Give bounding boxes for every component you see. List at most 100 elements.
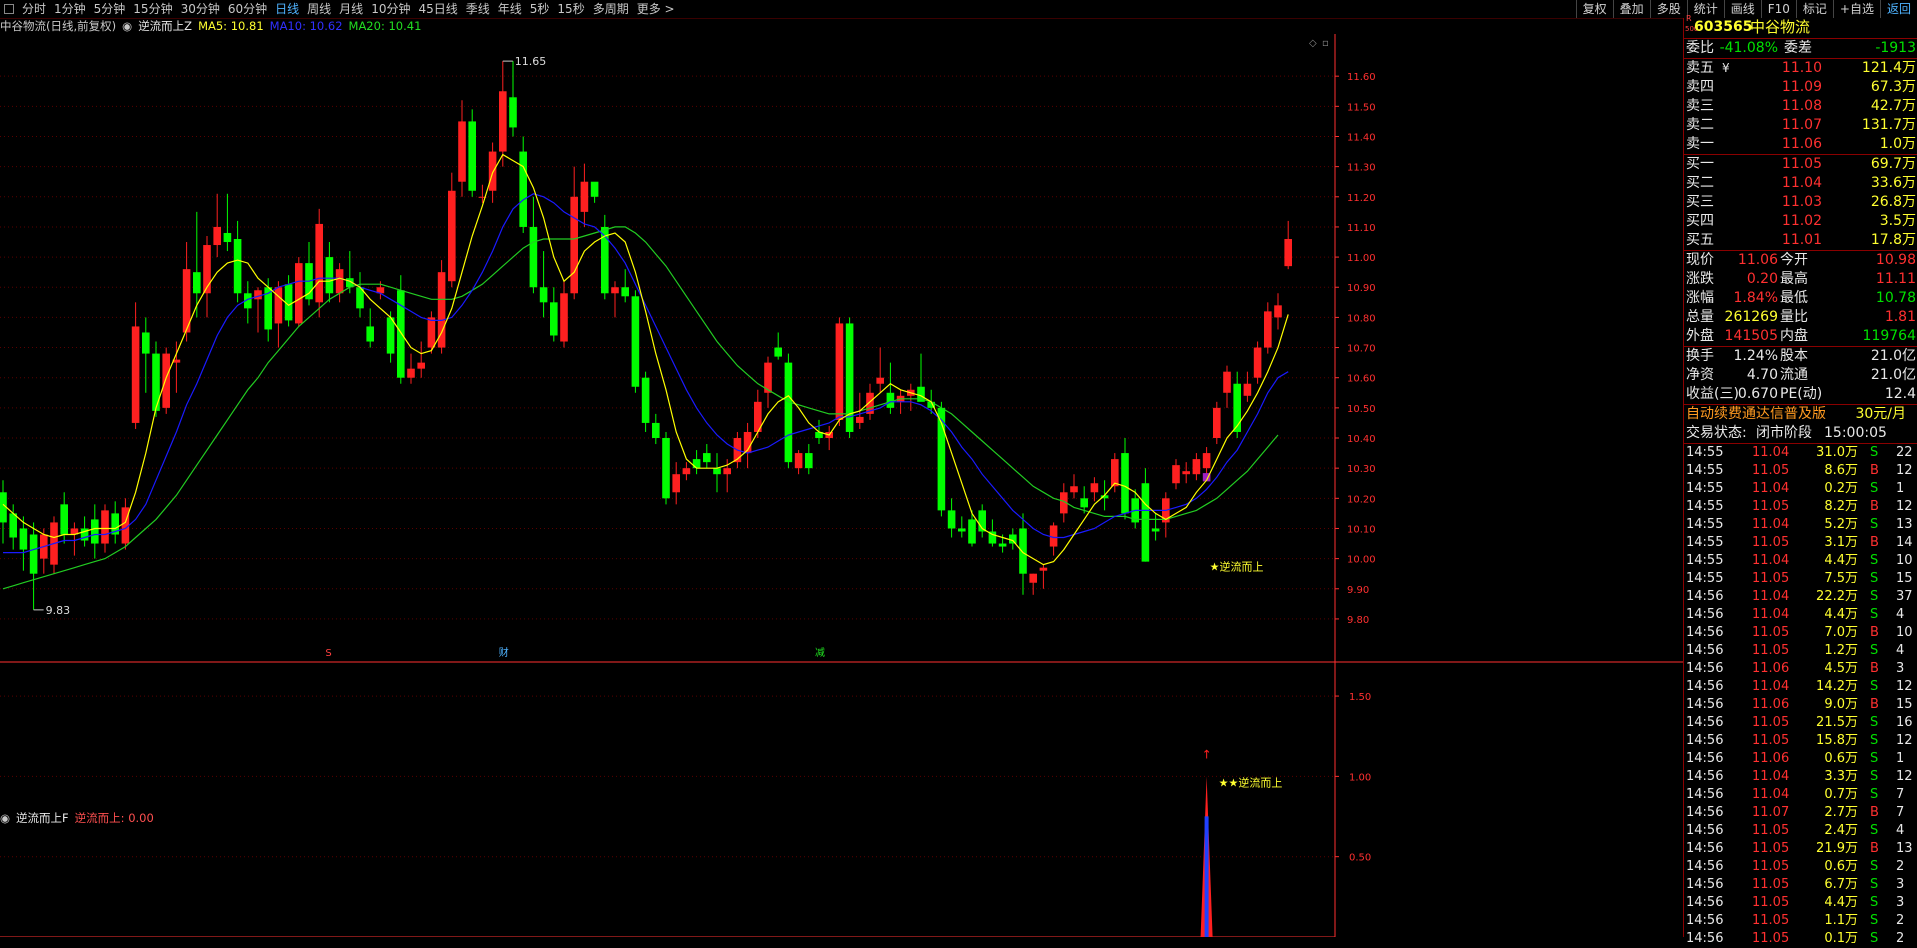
tick-row[interactable]: 14:56 11.04 3.3万 S 12	[1684, 768, 1917, 786]
asks-price: 11.09	[1781, 79, 1822, 95]
period-tab[interactable]: 60分钟	[224, 0, 271, 18]
tool-button[interactable]: 标记	[1795, 0, 1833, 18]
tick-row[interactable]: 14:55 11.04 31.0万 S 22	[1684, 444, 1917, 462]
ad-text[interactable]: 自动续费通达信普及版	[1686, 405, 1826, 424]
period-tab[interactable]: 1分钟	[50, 0, 90, 18]
bids-row[interactable]: 买五 11.01 17.8万	[1684, 231, 1917, 250]
tick-row[interactable]: 14:55 11.05 8.6万 B 12	[1684, 462, 1917, 480]
tick-side: S	[1870, 823, 1879, 838]
tick-time: 14:56	[1686, 679, 1724, 694]
formula-toggle-icon[interactable]: ◉	[122, 19, 132, 33]
asks-row[interactable]: 卖二 11.07 131.7万	[1684, 116, 1917, 135]
tick-row[interactable]: 14:56 11.05 21.9万 B 13	[1684, 840, 1917, 858]
tick-price: 11.05	[1752, 895, 1790, 910]
tool-button[interactable]: 叠加	[1612, 0, 1650, 18]
tick-row[interactable]: 14:56 11.05 6.7万 S 3	[1684, 876, 1917, 894]
tick-volume: 4.4万	[1824, 607, 1858, 622]
formula-name[interactable]: 逆流而上Z	[138, 18, 192, 34]
collapse-icon[interactable]: ▫	[1322, 38, 1329, 49]
tick-row[interactable]: 14:56 11.05 21.5万 S 16	[1684, 714, 1917, 732]
period-tab[interactable]: 15秒	[553, 0, 588, 18]
tick-row[interactable]: 14:56 11.07 2.7万 B 7	[1684, 804, 1917, 822]
period-tab[interactable]: 30分钟	[177, 0, 224, 18]
tick-row[interactable]: 14:55 11.04 0.2万 S 1	[1684, 480, 1917, 498]
tool-button[interactable]: 画线	[1723, 0, 1761, 18]
period-tab[interactable]: 15分钟	[129, 0, 176, 18]
tick-row[interactable]: 14:55 11.05 7.5万 S 15	[1684, 570, 1917, 588]
period-tab[interactable]: 45日线	[414, 0, 461, 18]
kline-chart[interactable]: 11.60 11.50 11.40 11.30 11.20 11.10 11.00 10.90…	[0, 34, 1683, 937]
bids-row[interactable]: 买三 11.03 26.8万	[1684, 193, 1917, 212]
tick-count: 10	[1896, 553, 1913, 568]
tick-list[interactable]: 14:55 11.04 31.0万 S 22 14:55 11.05 8.6万 B 12 14:55…	[1684, 443, 1917, 948]
tick-row[interactable]: 14:56 11.05 1.2万 S 4	[1684, 642, 1917, 660]
tick-row[interactable]: 14:55 11.04 5.2万 S 13	[1684, 516, 1917, 534]
period-tab[interactable]: 更多 >	[633, 0, 679, 18]
bids-row[interactable]: 买四 11.02 3.5万	[1684, 212, 1917, 231]
tick-price: 11.05	[1752, 715, 1790, 730]
tick-row[interactable]: 14:56 11.05 2.4万 S 4	[1684, 822, 1917, 840]
period-tab[interactable]: 5秒	[526, 0, 554, 18]
tick-volume: 3.3万	[1824, 769, 1858, 784]
event-marker[interactable]: 财	[499, 646, 509, 659]
tick-row[interactable]: 14:55 11.05 3.1万 B 14	[1684, 534, 1917, 552]
tick-side: B	[1870, 463, 1879, 478]
tick-row[interactable]: 14:56 11.04 14.2万 S 12	[1684, 678, 1917, 696]
tick-count: 12	[1896, 679, 1913, 694]
tick-row[interactable]: 14:56 11.06 9.0万 B 15	[1684, 696, 1917, 714]
asks-row[interactable]: 卖一 11.06 1.0万	[1684, 135, 1917, 154]
tick-row[interactable]: 14:55 11.05 8.2万 B 12	[1684, 498, 1917, 516]
asks-row[interactable]: 卖四 11.09 67.3万	[1684, 78, 1917, 97]
tick-row[interactable]: 14:56 11.04 0.7万 S 7	[1684, 786, 1917, 804]
period-tab[interactable]: 周线	[303, 0, 335, 18]
candle	[437, 260, 446, 354]
diamond-icon[interactable]: ◇	[1309, 38, 1317, 49]
tick-volume: 5.2万	[1824, 517, 1858, 532]
tool-button[interactable]: 返回	[1879, 0, 1917, 18]
tick-row[interactable]: 14:56 11.06 4.5万 B 3	[1684, 660, 1917, 678]
tick-row[interactable]: 14:56 11.06 0.6万 S 1	[1684, 750, 1917, 768]
tick-row[interactable]: 14:56 11.05 4.4万 S 3	[1684, 894, 1917, 912]
tick-row[interactable]: 14:56 11.05 0.6万 S 2	[1684, 858, 1917, 876]
event-marker[interactable]: 减	[815, 647, 825, 659]
bids-row[interactable]: 买一 11.05 69.7万	[1684, 155, 1917, 174]
period-tab[interactable]: 10分钟	[367, 0, 414, 18]
tick-row[interactable]: 14:56 11.05 0.1万 S 2	[1684, 930, 1917, 948]
tick-row[interactable]: 14:56 11.05 7.0万 B 10	[1684, 624, 1917, 642]
period-tab[interactable]: 季线	[462, 0, 494, 18]
tool-button[interactable]: 统计	[1686, 0, 1724, 18]
tick-count: 3	[1896, 877, 1905, 892]
tick-price: 11.06	[1752, 751, 1790, 766]
tick-time: 14:56	[1686, 769, 1724, 784]
ad-price[interactable]: 30元/月	[1855, 405, 1906, 424]
period-tab[interactable]: 年线	[494, 0, 526, 18]
candle	[366, 308, 374, 348]
tick-time: 14:56	[1686, 823, 1724, 838]
period-tab[interactable]: 日线	[271, 0, 303, 18]
layout-toggle-icon[interactable]	[4, 4, 14, 14]
tool-button[interactable]: +自选	[1832, 0, 1880, 18]
stat-label: 外盘	[1686, 328, 1714, 344]
tick-row[interactable]: 14:56 11.05 15.8万 S 12	[1684, 732, 1917, 750]
period-tab[interactable]: 分时	[18, 0, 50, 18]
event-marker[interactable]: S	[325, 648, 331, 659]
tick-row[interactable]: 14:56 11.05 1.1万 S 2	[1684, 912, 1917, 930]
candle-body	[611, 287, 619, 294]
candle	[774, 332, 782, 360]
period-tab[interactable]: 5分钟	[90, 0, 130, 18]
tool-button[interactable]: 多股	[1649, 0, 1687, 18]
asks-row[interactable]: 卖三 11.08 42.7万	[1684, 97, 1917, 116]
share-value: 4.70	[1746, 367, 1778, 383]
tool-button[interactable]: 复权	[1575, 0, 1613, 18]
tool-button[interactable]: F10	[1760, 0, 1796, 18]
tick-row[interactable]: 14:56 11.04 4.4万 S 4	[1684, 606, 1917, 624]
period-tab[interactable]: 月线	[335, 0, 367, 18]
period-tab[interactable]: 多周期	[589, 0, 633, 18]
tick-row[interactable]: 14:56 11.04 22.2万 S 37	[1684, 588, 1917, 606]
bids-row[interactable]: 买二 11.04 33.6万	[1684, 174, 1917, 193]
tick-row[interactable]: 14:55 11.04 4.4万 S 10	[1684, 552, 1917, 570]
ad-banner[interactable]: 自动续费通达信普及版 30元/月	[1684, 404, 1917, 424]
candle	[784, 353, 793, 469]
candle	[203, 235, 211, 318]
asks-row[interactable]: 卖五 ¥11.10 121.4万	[1684, 59, 1917, 78]
